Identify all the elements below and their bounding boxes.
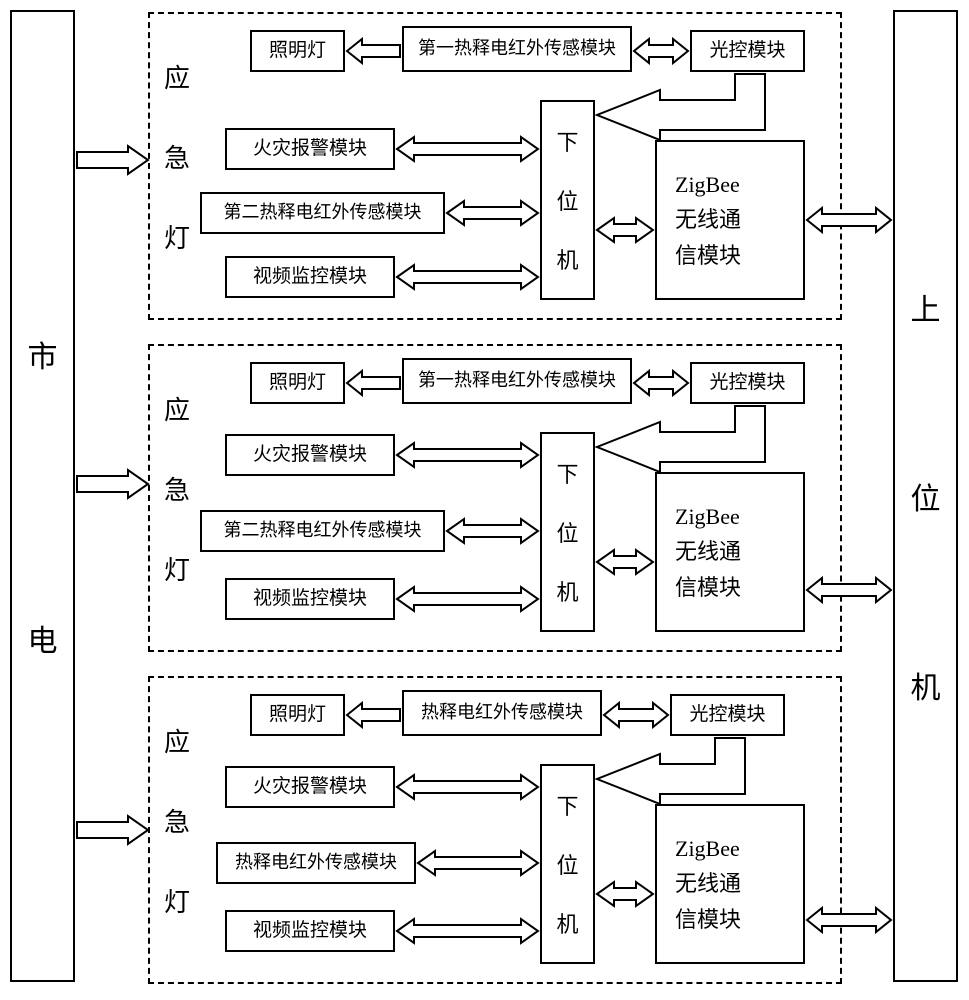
arrow-pyro1-to-lighting-1 bbox=[347, 39, 400, 63]
arrow-pyro2-lower-2 bbox=[447, 519, 538, 543]
arrow-fire-lower-2 bbox=[397, 443, 538, 467]
arrow-zigbee3-upper bbox=[807, 908, 891, 932]
arrow-lightctrl-lower-1 bbox=[597, 74, 765, 140]
arrow-video-lower-2 bbox=[397, 587, 538, 611]
arrow-lower-zigbee-3 bbox=[597, 882, 653, 906]
arrow-lower-zigbee-2 bbox=[597, 550, 653, 574]
arrow-lower-zigbee-1 bbox=[597, 218, 653, 242]
arrow-pyro2-lower-1 bbox=[447, 201, 538, 225]
arrow-lightctrl-lower-3 bbox=[597, 738, 745, 804]
arrow-fire-lower-1 bbox=[397, 137, 538, 161]
arrow-pyro1-to-lighting-2 bbox=[347, 371, 400, 395]
arrow-zigbee1-upper bbox=[807, 208, 891, 232]
arrow-pyro1-lightctrl-2 bbox=[634, 371, 688, 395]
arrow-video-lower-1 bbox=[397, 265, 538, 289]
connectors-svg bbox=[0, 0, 969, 1000]
arrow-mains-to-group1 bbox=[77, 146, 148, 174]
arrow-pyro1-lightctrl-1 bbox=[634, 39, 688, 63]
arrow-pyro-to-lighting-3 bbox=[347, 703, 400, 727]
arrow-mains-to-group2 bbox=[77, 470, 148, 498]
arrow-mains-to-group3 bbox=[77, 816, 148, 844]
arrow-pyro-lower-3 bbox=[418, 851, 538, 875]
arrow-lightctrl-lower-2 bbox=[597, 406, 765, 472]
arrow-video-lower-3 bbox=[397, 919, 538, 943]
arrow-fire-lower-3 bbox=[397, 775, 538, 799]
arrow-pyro-lightctrl-3 bbox=[604, 703, 668, 727]
arrow-zigbee2-upper bbox=[807, 578, 891, 602]
